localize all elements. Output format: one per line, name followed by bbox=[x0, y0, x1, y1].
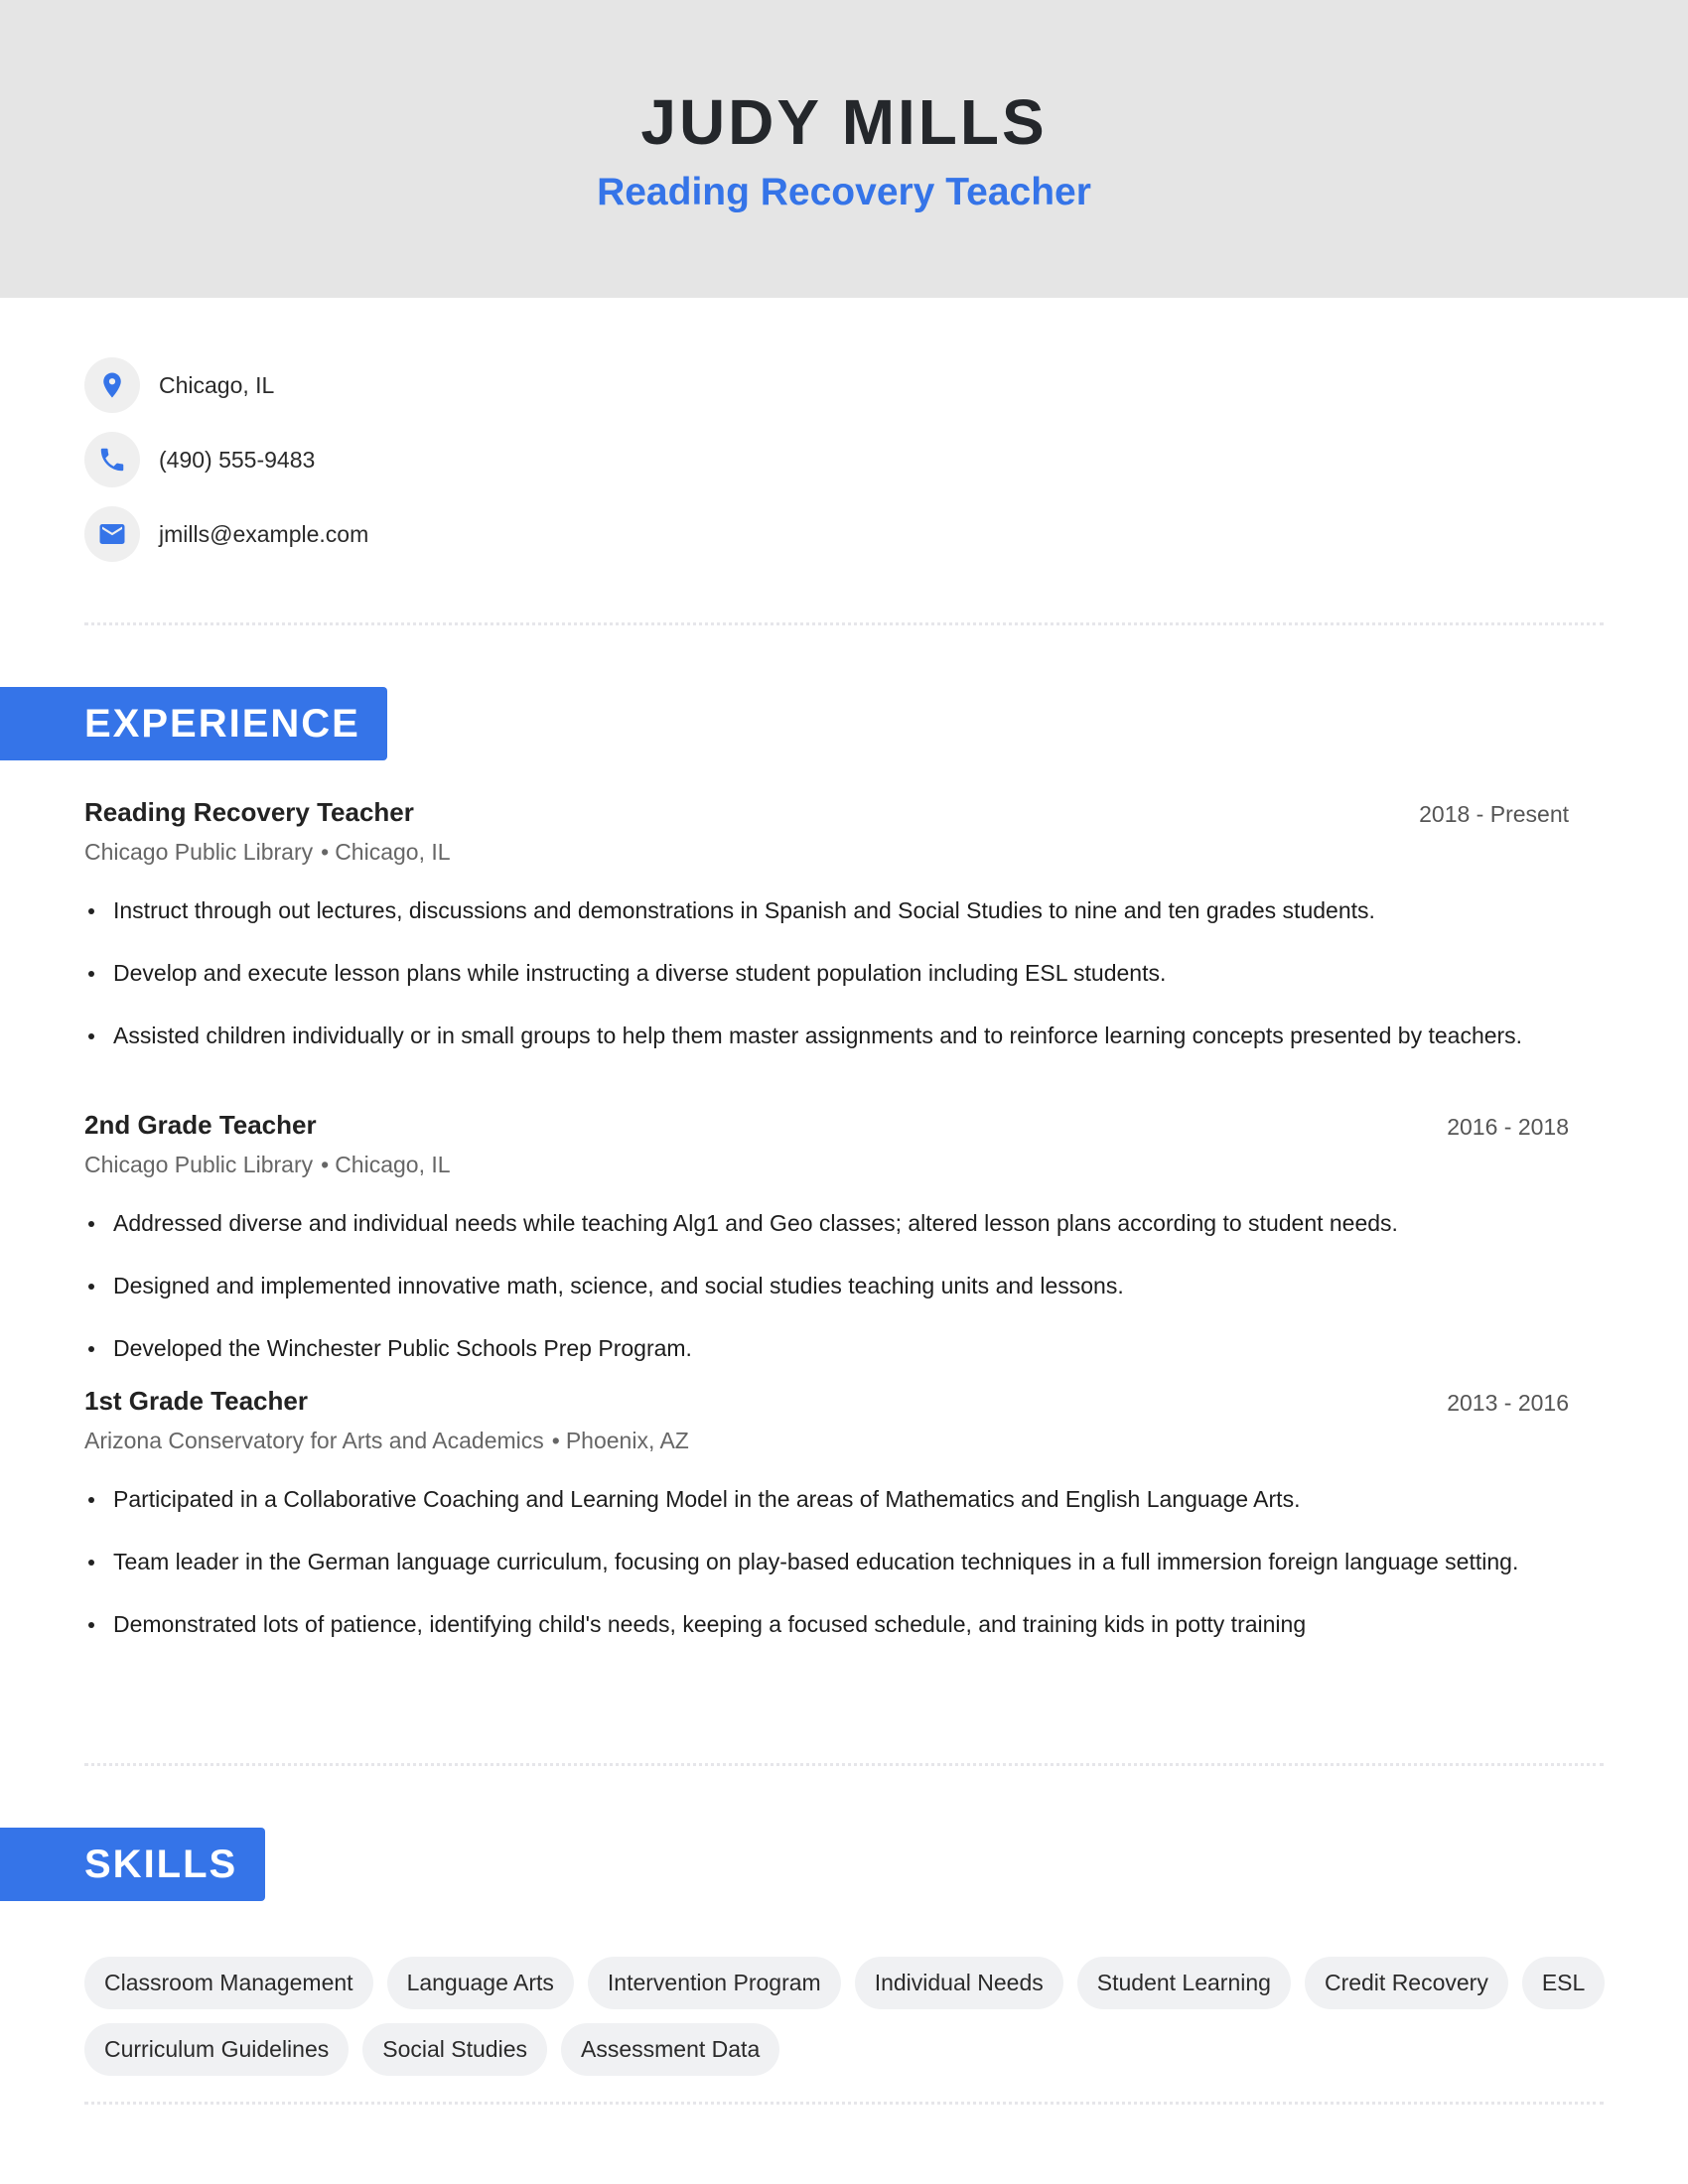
email-text[interactable]: jmills@example.com bbox=[159, 521, 368, 548]
contact-list: Chicago, IL (490) 555-9483 jmills@exampl… bbox=[84, 357, 368, 581]
experience-heading-text: EXPERIENCE bbox=[84, 701, 360, 746]
job-meta: Chicago Public Library • Chicago, IL bbox=[84, 1152, 451, 1177]
skill-chip: Credit Recovery bbox=[1304, 1957, 1508, 2009]
job-company: Chicago Public Library bbox=[84, 839, 314, 865]
phone-text[interactable]: (490) 555-9483 bbox=[159, 447, 315, 474]
job-bullet: Participated in a Collaborative Coaching… bbox=[84, 1481, 1569, 1517]
job-entry: Reading Recovery Teacher 2018 - Present … bbox=[84, 797, 1569, 1080]
job-bullet: Demonstrated lots of patience, identifyi… bbox=[84, 1606, 1569, 1642]
job-location: Chicago, IL bbox=[335, 1152, 451, 1177]
job-dates: 2013 - 2016 bbox=[1447, 1390, 1569, 1416]
email-icon bbox=[84, 506, 140, 562]
skill-chip: Classroom Management bbox=[84, 1957, 373, 2009]
phone-icon bbox=[84, 432, 140, 487]
skill-chip: Intervention Program bbox=[587, 1957, 841, 2009]
contact-phone: (490) 555-9483 bbox=[84, 432, 368, 487]
skill-chip: Social Studies bbox=[362, 2023, 547, 2076]
job-company: Chicago Public Library bbox=[84, 1152, 314, 1177]
skill-chip: Individual Needs bbox=[854, 1957, 1063, 2009]
job-bullet: Develop and execute lesson plans while i… bbox=[84, 955, 1569, 991]
job-bullet: Addressed diverse and individual needs w… bbox=[84, 1205, 1569, 1241]
job-bullet: Team leader in the German language curri… bbox=[84, 1544, 1569, 1579]
skill-chip: Curriculum Guidelines bbox=[84, 2023, 350, 2076]
job-bullet: Designed and implemented innovative math… bbox=[84, 1268, 1569, 1303]
resume-header: JUDY MILLS Reading Recovery Teacher bbox=[0, 0, 1688, 298]
job-meta: Chicago Public Library • Chicago, IL bbox=[84, 839, 451, 865]
job-bullet: Assisted children individually or in sma… bbox=[84, 1018, 1569, 1053]
job-entry: 1st Grade Teacher 2013 - 2016 Arizona Co… bbox=[84, 1386, 1569, 1669]
experience-heading: EXPERIENCE bbox=[0, 687, 387, 760]
skill-chip: ESL bbox=[1521, 1957, 1606, 2009]
contact-email: jmills@example.com bbox=[84, 506, 368, 562]
job-dates: 2016 - 2018 bbox=[1447, 1114, 1569, 1140]
job-bullets: Participated in a Collaborative Coaching… bbox=[84, 1481, 1569, 1642]
section-divider bbox=[84, 1763, 1604, 1766]
job-title: 2nd Grade Teacher bbox=[84, 1110, 317, 1140]
job-bullet: Developed the Winchester Public Schools … bbox=[84, 1330, 1569, 1366]
job-bullet: Instruct through out lectures, discussio… bbox=[84, 892, 1569, 928]
job-company: Arizona Conservatory for Arts and Academ… bbox=[84, 1428, 544, 1453]
candidate-title: Reading Recovery Teacher bbox=[597, 171, 1091, 213]
skill-chip: Assessment Data bbox=[561, 2023, 780, 2076]
location-text: Chicago, IL bbox=[159, 371, 275, 398]
job-location: Chicago, IL bbox=[335, 839, 451, 865]
section-divider bbox=[84, 622, 1604, 625]
job-meta: Arizona Conservatory for Arts and Academ… bbox=[84, 1428, 689, 1453]
job-entry: 2nd Grade Teacher 2016 - 2018 Chicago Pu… bbox=[84, 1110, 1569, 1393]
skill-chip: Language Arts bbox=[386, 1957, 574, 2009]
skill-chip: Student Learning bbox=[1076, 1957, 1291, 2009]
skills-list: Classroom Management Language Arts Inter… bbox=[84, 1957, 1614, 2076]
candidate-name: JUDY MILLS bbox=[640, 86, 1048, 158]
skills-heading: SKILLS bbox=[0, 1828, 265, 1901]
contact-location: Chicago, IL bbox=[84, 357, 368, 413]
job-bullets: Instruct through out lectures, discussio… bbox=[84, 892, 1569, 1053]
job-title: 1st Grade Teacher bbox=[84, 1386, 308, 1416]
job-dates: 2018 - Present bbox=[1419, 801, 1569, 827]
section-divider bbox=[84, 2102, 1604, 2105]
job-location: Phoenix, AZ bbox=[565, 1428, 689, 1453]
skills-heading-text: SKILLS bbox=[84, 1842, 238, 1886]
location-pin-icon bbox=[84, 357, 140, 413]
job-title: Reading Recovery Teacher bbox=[84, 797, 414, 827]
job-bullets: Addressed diverse and individual needs w… bbox=[84, 1205, 1569, 1366]
